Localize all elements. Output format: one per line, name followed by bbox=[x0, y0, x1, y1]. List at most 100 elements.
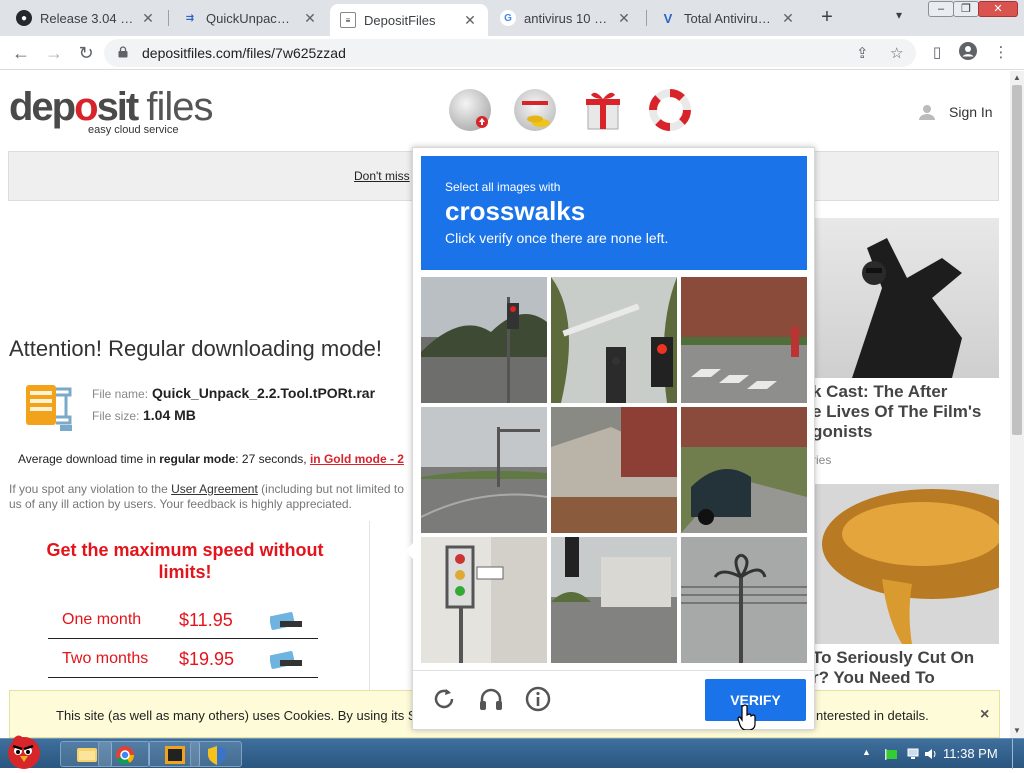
forward-arrow-icon[interactable]: → bbox=[42, 41, 66, 65]
ad-image-movie[interactable] bbox=[812, 218, 999, 378]
gold-mode-link[interactable]: in Gold mode - 2 bbox=[310, 452, 404, 466]
lifebuoy-icon[interactable] bbox=[649, 89, 691, 131]
back-arrow-icon[interactable]: ← bbox=[9, 41, 33, 65]
github-icon: ● bbox=[16, 10, 32, 26]
headphones-icon[interactable] bbox=[477, 685, 505, 713]
file-size-label: File size: bbox=[92, 409, 140, 423]
tab-github-release[interactable]: ● Release 3.04 · ho ✕ bbox=[6, 4, 166, 32]
scroll-up-arrow-icon[interactable]: ▲ bbox=[1010, 71, 1024, 85]
google-icon: G bbox=[500, 10, 516, 26]
quickunpack-icon: ⇉ bbox=[185, 12, 195, 24]
captcha-instruction: Select all images with bbox=[445, 180, 561, 194]
credit-card-icon bbox=[270, 612, 302, 630]
tab-total-antivirus[interactable]: V Total Antivirus 2( ✕ bbox=[650, 4, 806, 32]
captcha-tile-5[interactable] bbox=[551, 407, 677, 533]
tab-google-search[interactable]: G antivirus 10 rogu ✕ bbox=[490, 4, 642, 32]
restore-button[interactable]: ❐ bbox=[953, 1, 979, 17]
plan-price: $19.95 bbox=[179, 649, 235, 669]
tab-strip: ● Release 3.04 · ho ✕ ⇉ QuickUnpack – a … bbox=[0, 0, 1024, 36]
cookie-text-details: nterested in details. bbox=[816, 708, 929, 723]
plan-name: Two months bbox=[62, 650, 149, 667]
reload-icon[interactable]: ↻ bbox=[74, 41, 98, 65]
captcha-header: Select all images with crosswalks Click … bbox=[421, 156, 807, 270]
scroll-down-arrow-icon[interactable]: ▼ bbox=[1010, 724, 1024, 738]
address-bar[interactable]: depositfiles.com/files/7w625zzad ⇪ ☆ bbox=[104, 39, 916, 67]
lock-icon bbox=[118, 46, 128, 58]
download-mode-heading: Attention! Regular downloading mode! bbox=[9, 336, 383, 361]
close-tab-icon[interactable]: ✕ bbox=[616, 10, 632, 27]
scroll-thumb[interactable] bbox=[1012, 85, 1022, 435]
gold-coins-icon[interactable] bbox=[514, 89, 556, 131]
gift-box-icon[interactable] bbox=[582, 89, 624, 131]
ad-headline-1[interactable]: k Cast: The After e Lives Of The Film's … bbox=[812, 382, 999, 442]
tab-quickunpack[interactable]: ⇉ QuickUnpack – a ✕ bbox=[172, 4, 328, 32]
windows-taskbar: ▲ 11:38 PM bbox=[0, 735, 1024, 769]
info-icon[interactable] bbox=[524, 685, 552, 713]
page-scrollbar[interactable]: ▲ ▼ bbox=[1010, 71, 1024, 738]
user-agreement-link[interactable]: User Agreement bbox=[171, 482, 258, 496]
close-tab-icon[interactable]: ✕ bbox=[780, 10, 796, 27]
depositfiles-icon: ≡ bbox=[340, 12, 356, 28]
close-tab-icon[interactable]: ✕ bbox=[302, 10, 318, 27]
refresh-icon[interactable] bbox=[430, 685, 458, 713]
share-icon[interactable]: ⇪ bbox=[856, 44, 869, 62]
dont-miss-link[interactable]: Don't miss bbox=[354, 169, 410, 183]
ad-headline-2[interactable]: To Seriously Cut On r? You Need To bbox=[812, 648, 999, 688]
tray-volume-icon[interactable] bbox=[924, 747, 938, 761]
tab-title: DepositFiles bbox=[364, 12, 436, 28]
max-speed-promo: Get the maximum speed without limits! bbox=[46, 540, 324, 582]
sign-in-link[interactable]: Sign In bbox=[949, 104, 993, 120]
plan-name: One month bbox=[62, 611, 142, 628]
captcha-tile-9[interactable] bbox=[681, 537, 807, 663]
user-icon bbox=[919, 105, 935, 120]
captcha-hint: Click verify once there are none left. bbox=[445, 230, 669, 246]
captcha-tile-2[interactable] bbox=[551, 277, 677, 403]
violation-notice: If you spot any violation to the User Ag… bbox=[9, 482, 404, 511]
cookie-close-icon[interactable]: × bbox=[980, 706, 989, 724]
plan-row-one-month[interactable]: One month $11.95 bbox=[48, 601, 318, 639]
file-name-label: File name: bbox=[92, 387, 149, 401]
profile-avatar-icon[interactable] bbox=[957, 42, 979, 64]
taskbar-chrome-button[interactable] bbox=[98, 741, 150, 767]
average-download-time: Average download time in regular mode: 2… bbox=[18, 452, 404, 466]
hand-cursor-icon bbox=[737, 704, 756, 730]
tab-search-chevron-icon[interactable]: ▾ bbox=[896, 8, 902, 22]
captcha-tile-1[interactable] bbox=[421, 277, 547, 403]
tray-network-icon[interactable] bbox=[906, 747, 920, 761]
tray-expand-icon[interactable]: ▲ bbox=[862, 747, 876, 761]
tab-title: Release 3.04 · ho bbox=[40, 10, 134, 26]
browser-menu-icon[interactable]: ⋮ bbox=[990, 42, 1012, 64]
captcha-tile-8[interactable] bbox=[551, 537, 677, 663]
new-tab-button[interactable]: + bbox=[816, 6, 838, 28]
tab-title: antivirus 10 rogu bbox=[524, 10, 610, 26]
logo-tagline: easy cloud service bbox=[88, 124, 179, 136]
captcha-footer-divider bbox=[413, 670, 816, 671]
tray-flag-icon[interactable] bbox=[884, 747, 898, 761]
captcha-tile-7[interactable] bbox=[421, 537, 547, 663]
close-tab-icon[interactable]: ✕ bbox=[462, 12, 478, 29]
captcha-tile-3[interactable] bbox=[681, 277, 807, 403]
captcha-challenge: Select all images with crosswalks Click … bbox=[405, 147, 816, 730]
tab-title: QuickUnpack – a bbox=[206, 10, 296, 26]
url-text: depositfiles.com/files/7w625zzad bbox=[142, 45, 346, 61]
taskbar-clock[interactable]: 11:38 PM bbox=[943, 746, 998, 761]
captcha-tile-6[interactable] bbox=[681, 407, 807, 533]
upload-globe-icon[interactable] bbox=[449, 89, 491, 131]
ad-image-honey[interactable] bbox=[812, 484, 999, 644]
plan-price: $11.95 bbox=[179, 610, 233, 630]
minimize-button[interactable]: – bbox=[928, 1, 954, 17]
bookmark-star-icon[interactable]: ☆ bbox=[890, 44, 903, 62]
captcha-target: crosswalks bbox=[445, 196, 586, 226]
plan-row-two-months[interactable]: Two months $19.95 bbox=[48, 640, 318, 678]
tab-depositfiles[interactable]: ≡ DepositFiles ✕ bbox=[330, 4, 488, 36]
captcha-pointer bbox=[405, 543, 413, 559]
file-name-value: Quick_Unpack_2.2.Tool.tPORt.rar bbox=[152, 385, 376, 401]
captcha-tile-4[interactable] bbox=[421, 407, 547, 533]
tab-separator bbox=[168, 10, 169, 26]
close-window-button[interactable]: ✕ bbox=[978, 1, 1018, 17]
close-tab-icon[interactable]: ✕ bbox=[140, 10, 156, 27]
angry-bird-start-icon[interactable] bbox=[2, 731, 46, 769]
side-panel-icon[interactable]: ▯ bbox=[926, 42, 948, 64]
taskbar-shield-button[interactable] bbox=[190, 741, 242, 767]
show-desktop-button[interactable] bbox=[1012, 739, 1024, 769]
